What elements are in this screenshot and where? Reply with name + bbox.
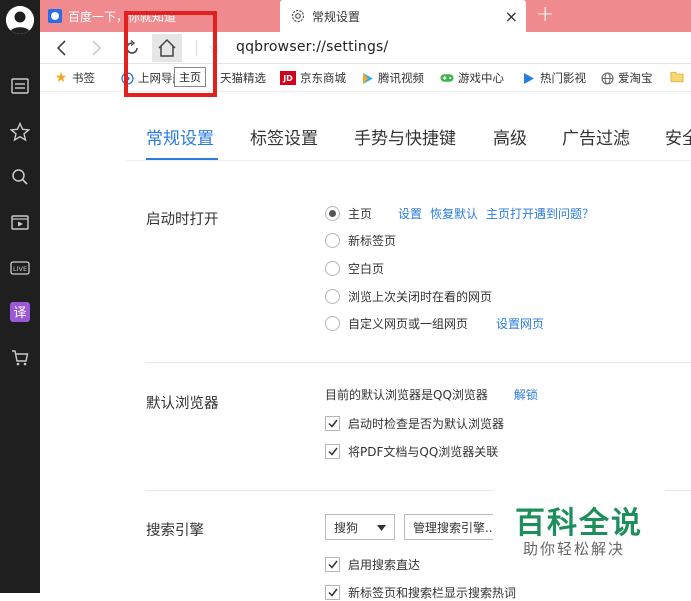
- option-label: 空白页: [348, 262, 385, 276]
- startup-option-custom[interactable]: 自定义网页或一组网页 设置网页: [325, 315, 544, 332]
- option-label: 将PDF文档与QQ浏览器关联: [348, 445, 499, 459]
- home-settings-link[interactable]: 设置: [398, 205, 422, 222]
- close-tab-icon[interactable]: ×: [505, 7, 518, 26]
- radio-button[interactable]: [325, 206, 340, 221]
- tab-general[interactable]: 常规设置: [146, 124, 214, 149]
- manage-search-engines-button[interactable]: 管理搜索引擎...: [404, 514, 504, 540]
- video-icon[interactable]: [8, 210, 32, 234]
- bookmark-label: 天猫精选: [220, 71, 266, 85]
- radio-button[interactable]: [325, 289, 340, 304]
- bookmark-item[interactable]: JD 京东商城: [280, 70, 346, 86]
- cart-icon[interactable]: [8, 346, 32, 370]
- jd-icon: JD: [280, 71, 296, 85]
- user-icon: [6, 6, 34, 34]
- svg-text:译: 译: [13, 306, 26, 321]
- default-browser-label: 默认浏览器: [146, 396, 219, 412]
- baidu-icon: [48, 9, 62, 23]
- bookmark-folder[interactable]: [670, 70, 688, 84]
- set-pages-link[interactable]: 设置网页: [496, 315, 544, 332]
- checkbox[interactable]: [325, 557, 340, 572]
- gamepad-icon: [440, 71, 454, 85]
- live-icon[interactable]: LIVE: [8, 256, 32, 280]
- bookmark-label: 热门影视: [540, 71, 586, 85]
- left-sidebar: LIVE 译: [0, 0, 40, 593]
- radio-button[interactable]: [325, 233, 340, 248]
- search-direct-option[interactable]: 启用搜索直达: [325, 556, 420, 573]
- checkbox[interactable]: [325, 444, 340, 459]
- default-browser-status: 目前的默认浏览器是QQ浏览器 解锁: [325, 386, 538, 403]
- favorites-star-icon[interactable]: [8, 120, 32, 144]
- bookmark-label: 京东商城: [300, 71, 346, 85]
- option-label: 启动时检查是否为默认浏览器: [348, 417, 505, 431]
- forward-arrow-icon: [92, 40, 102, 56]
- bookmark-label: 游戏中心: [458, 71, 504, 85]
- startup-option-restore[interactable]: 浏览上次关闭时在看的网页: [325, 288, 492, 305]
- watermark-subtitle: 助你轻松解决: [523, 540, 626, 558]
- highlight-box: [124, 11, 217, 97]
- gear-icon: [291, 9, 305, 23]
- search-engine-select[interactable]: 搜狗: [325, 514, 395, 540]
- radio-button[interactable]: [325, 261, 340, 276]
- bookmark-item[interactable]: 游戏中心: [440, 70, 504, 86]
- svg-text:LIVE: LIVE: [13, 265, 27, 273]
- option-label: 浏览上次关闭时在看的网页: [348, 290, 493, 304]
- tabs-divider: [126, 160, 691, 161]
- video-icon: [360, 71, 374, 85]
- address-bar[interactable]: qqbrowser://settings/: [236, 39, 388, 55]
- watermark: 百科全说 助你轻松解决: [493, 484, 665, 568]
- back-button[interactable]: [50, 36, 74, 60]
- bookmark-item[interactable]: 天猫精选: [220, 70, 266, 86]
- tab-security[interactable]: 安全: [665, 124, 691, 149]
- translate-icon[interactable]: 译: [8, 300, 32, 324]
- avatar[interactable]: [6, 6, 34, 34]
- tab-advanced[interactable]: 高级: [493, 124, 527, 149]
- globe-icon: [600, 71, 614, 85]
- search-engine-label: 搜索引擎: [146, 523, 204, 539]
- check-default-option[interactable]: 启动时检查是否为默认浏览器: [325, 415, 504, 432]
- bookmark-item[interactable]: 爱淘宝: [600, 70, 653, 86]
- status-text: 目前的默认浏览器是QQ浏览器: [325, 388, 488, 402]
- option-label: 新标签页: [348, 234, 397, 248]
- tab-tabs[interactable]: 标签设置: [250, 124, 318, 149]
- tab-gestures[interactable]: 手势与快捷键: [354, 124, 456, 149]
- button-label: 管理搜索引擎...: [413, 520, 497, 535]
- restore-default-link[interactable]: 恢复默认: [430, 205, 478, 222]
- watermark-title: 百科全说: [515, 506, 643, 541]
- startup-option-blank[interactable]: 空白页: [325, 260, 384, 277]
- section-divider: [146, 362, 691, 363]
- bookmark-item[interactable]: 热门影视: [522, 70, 586, 86]
- startup-option-home[interactable]: 主页 设置 恢复默认 主页打开遇到问题？: [325, 205, 594, 222]
- bookmark-label: 书签: [72, 71, 95, 85]
- search-icon[interactable]: [8, 165, 32, 189]
- new-tab-button[interactable]: +: [536, 2, 554, 27]
- tab-settings[interactable]: 常规设置 ×: [280, 0, 526, 32]
- option-label: 自定义网页或一组网页: [348, 317, 469, 331]
- pdf-association-option[interactable]: 将PDF文档与QQ浏览器关联: [325, 443, 498, 460]
- star-icon: ★: [54, 70, 68, 86]
- folder-icon: [670, 70, 684, 84]
- option-label: 启用搜索直达: [348, 558, 421, 572]
- selected-engine: 搜狗: [334, 520, 359, 535]
- startup-label: 启动时打开: [146, 212, 219, 228]
- play-icon: [522, 71, 536, 85]
- home-problem-link[interactable]: 主页打开遇到问题？: [486, 205, 594, 222]
- tab-title: 常规设置: [312, 9, 361, 24]
- checkbox[interactable]: [325, 416, 340, 431]
- back-arrow-icon: [56, 40, 66, 56]
- bookmark-label: 爱淘宝: [618, 71, 653, 85]
- reading-list-icon[interactable]: [8, 74, 32, 98]
- bookmark-item[interactable]: 腾讯视频: [360, 70, 424, 86]
- option-label: 主页: [348, 207, 373, 221]
- bookmark-label: 腾讯视频: [378, 71, 424, 85]
- forward-button[interactable]: [84, 36, 108, 60]
- bookmark-item[interactable]: ★ 书签: [54, 70, 95, 86]
- radio-button[interactable]: [325, 316, 340, 331]
- unlock-link[interactable]: 解锁: [514, 386, 538, 403]
- startup-option-newtab[interactable]: 新标签页: [325, 232, 396, 249]
- dropdown-arrow-icon: [377, 525, 386, 531]
- tab-adblock[interactable]: 广告过滤: [562, 124, 630, 149]
